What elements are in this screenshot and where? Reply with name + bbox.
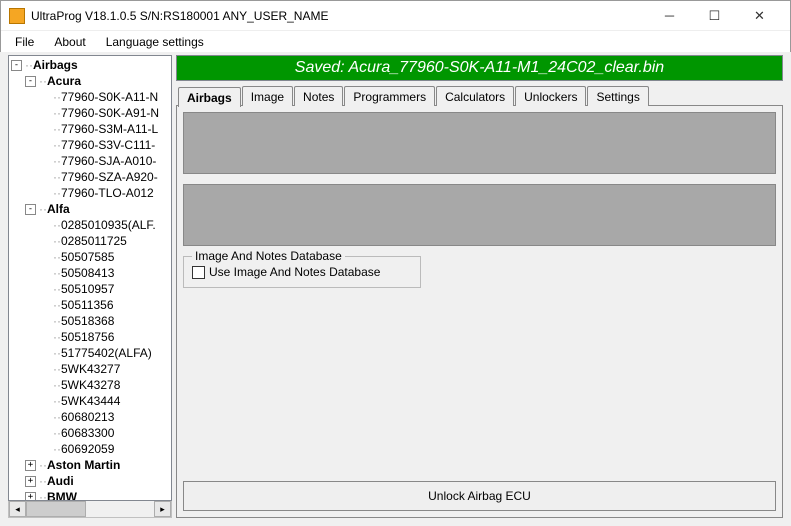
tree-item-alfa-8[interactable]: ··51775402(ALFA) [11,345,159,361]
tree-node-label: 60683300 [61,425,114,441]
tree-node-label: 60692059 [61,441,114,457]
tree-item-alfa-6[interactable]: ··50518368 [11,313,159,329]
tree-node-label: 5WK43278 [61,377,120,393]
tree-item-acura-5[interactable]: ··77960-SZA-A920- [11,169,159,185]
tree-node-label: 50511356 [61,297,114,313]
tree-node-label: 5WK43277 [61,361,120,377]
tree-node-label: 5WK43444 [61,393,120,409]
tree-item-acura-4[interactable]: ··77960-SJA-A010- [11,153,159,169]
app-icon [9,8,25,24]
unlock-airbag-button[interactable]: Unlock Airbag ECU [183,481,776,511]
tree-expander-icon[interactable]: - [25,76,36,87]
tree-node-label: 50508413 [61,265,114,281]
tree-item-alfa-14[interactable]: ··60692059 [11,441,159,457]
tree-brand-aston-martin[interactable]: +··Aston Martin [11,457,159,473]
tab-programmers[interactable]: Programmers [344,86,435,106]
tree-item-alfa-1[interactable]: ··0285011725 [11,233,159,249]
tree-item-acura-0[interactable]: ··77960-S0K-A11-N [11,89,159,105]
tree-item-alfa-10[interactable]: ··5WK43278 [11,377,159,393]
tab-airbags[interactable]: Airbags [178,87,241,107]
tree-node-label: Audi [47,473,74,489]
tab-image[interactable]: Image [242,86,293,106]
tree-item-alfa-4[interactable]: ··50510957 [11,281,159,297]
tree-node-label: 0285011725 [61,233,127,249]
tree-item-alfa-11[interactable]: ··5WK43444 [11,393,159,409]
scroll-thumb[interactable] [26,501,86,517]
menu-bar: File About Language settings [1,31,790,53]
tree-item-acura-6[interactable]: ··77960-TLO-A012 [11,185,159,201]
tree-item-acura-3[interactable]: ··77960-S3V-C111- [11,137,159,153]
tree-node-label: 50518368 [61,313,114,329]
tree-brand-audi[interactable]: +··Audi [11,473,159,489]
tree-node-label: 77960-SZA-A920- [61,169,158,185]
minimize-button[interactable]: ─ [647,2,692,30]
tree-node-label: Airbags [33,57,78,73]
database-groupbox: Image And Notes Database Use Image And N… [183,256,421,288]
banner-text: Saved: Acura_77960-S0K-A11-M1_24C02_clea… [295,59,664,77]
tree-expander-icon[interactable]: + [25,476,36,487]
tree-item-alfa-3[interactable]: ··50508413 [11,265,159,281]
menu-language[interactable]: Language settings [96,33,214,51]
tree-node-label: Alfa [47,201,70,217]
scroll-right-button[interactable]: ▸ [154,501,171,517]
tab-page-airbags: Image And Notes Database Use Image And N… [176,105,783,518]
status-banner: Saved: Acura_77960-S0K-A11-M1_24C02_clea… [176,55,783,81]
device-tree[interactable]: -··Airbags-··Acura··77960-S0K-A11-N··779… [8,55,172,501]
menu-about[interactable]: About [44,33,95,51]
tree-node-label: 77960-SJA-A010- [61,153,156,169]
tree-node-label: 77960-S0K-A11-N [61,89,158,105]
tree-item-alfa-5[interactable]: ··50511356 [11,297,159,313]
tree-node-label: 60680213 [61,409,114,425]
tree-node-label: 77960-S0K-A91-N [61,105,159,121]
tree-hscrollbar[interactable]: ◂ ▸ [8,501,172,518]
tree-expander-icon[interactable]: - [11,60,22,71]
use-db-label: Use Image And Notes Database [209,265,380,279]
tree-node-label: 77960-S3M-A11-L [61,121,158,137]
menu-file[interactable]: File [5,33,44,51]
window-titlebar: UltraProg V18.1.0.5 S/N:RS180001 ANY_USE… [1,1,790,31]
tree-brand-alfa[interactable]: -··Alfa [11,201,159,217]
tree-brand-bmw[interactable]: +··BMW [11,489,159,501]
tree-expander-icon[interactable]: + [25,492,36,502]
tab-settings[interactable]: Settings [587,86,648,106]
tree-expander-icon[interactable]: + [25,460,36,471]
maximize-button[interactable]: ☐ [692,2,737,30]
tree-expander-icon[interactable]: - [25,204,36,215]
tree-brand-acura[interactable]: -··Acura [11,73,159,89]
tab-notes[interactable]: Notes [294,86,343,106]
tree-item-alfa-2[interactable]: ··50507585 [11,249,159,265]
tree-root-airbags[interactable]: -··Airbags [11,57,159,73]
tree-node-label: Acura [47,73,81,89]
tree-node-label: BMW [47,489,77,501]
tree-item-alfa-9[interactable]: ··5WK43277 [11,361,159,377]
tree-item-acura-2[interactable]: ··77960-S3M-A11-L [11,121,159,137]
scroll-left-button[interactable]: ◂ [9,501,26,517]
use-db-checkbox[interactable] [192,266,205,279]
groupbox-title: Image And Notes Database [192,249,345,263]
tree-item-alfa-12[interactable]: ··60680213 [11,409,159,425]
tab-calculators[interactable]: Calculators [436,86,514,106]
tab-strip: Airbags Image Notes Programmers Calculat… [176,84,783,106]
tree-node-label: 50507585 [61,249,114,265]
tree-node-label: 77960-TLO-A012 [61,185,154,201]
tree-item-alfa-0[interactable]: ··0285010935(ALF. [11,217,159,233]
preview-box-1 [183,112,776,174]
tree-node-label: Aston Martin [47,457,120,473]
tab-unlockers[interactable]: Unlockers [515,86,586,106]
window-title: UltraProg V18.1.0.5 S/N:RS180001 ANY_USE… [31,9,647,23]
close-button[interactable]: ✕ [737,2,782,30]
tree-item-alfa-7[interactable]: ··50518756 [11,329,159,345]
tree-node-label: 50510957 [61,281,114,297]
tree-node-label: 0285010935(ALF. [61,217,156,233]
preview-box-2 [183,184,776,246]
tree-node-label: 51775402(ALFA) [61,345,152,361]
tree-node-label: 77960-S3V-C111- [61,137,155,153]
tree-node-label: 50518756 [61,329,114,345]
tree-item-acura-1[interactable]: ··77960-S0K-A91-N [11,105,159,121]
tree-item-alfa-13[interactable]: ··60683300 [11,425,159,441]
